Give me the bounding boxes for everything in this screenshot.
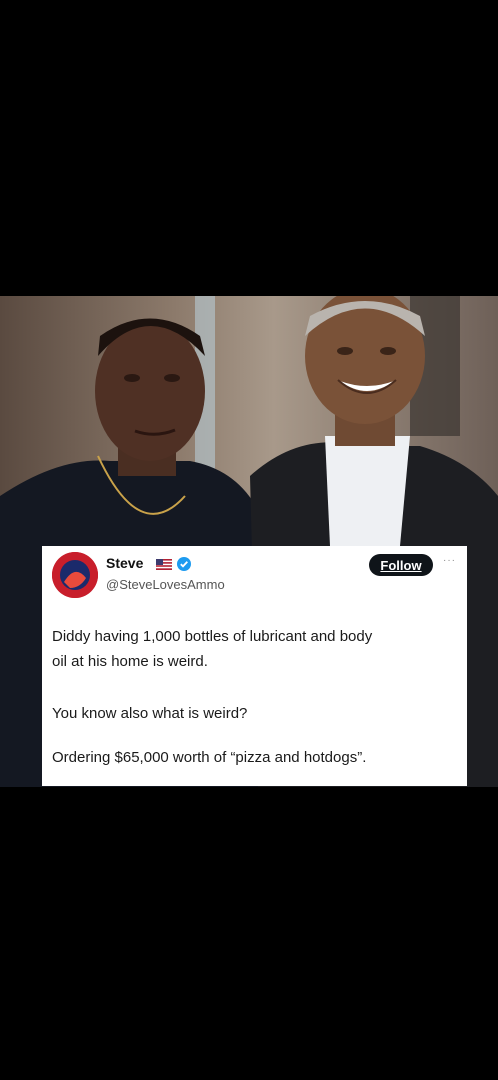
tweet-text-line: oil at his home is weird. bbox=[52, 653, 208, 670]
user-display-name[interactable]: Steve bbox=[106, 555, 143, 571]
more-options-icon[interactable]: ··· bbox=[443, 555, 456, 566]
tweet-text-line: Diddy having 1,000 bottles of lubricant … bbox=[52, 628, 373, 645]
tweet-text-line: Ordering $65,000 worth of “pizza and hot… bbox=[52, 749, 367, 766]
tweet-card: Steve @SteveLovesAmmo Follow ··· Diddy h… bbox=[42, 546, 467, 786]
avatar[interactable] bbox=[52, 552, 98, 598]
user-handle[interactable]: @SteveLovesAmmo bbox=[106, 577, 225, 592]
us-flag-icon bbox=[156, 559, 172, 570]
tweet-text-line: You know also what is weird? bbox=[52, 705, 248, 722]
follow-button[interactable]: Follow bbox=[369, 554, 433, 576]
verified-badge-icon bbox=[177, 557, 191, 571]
avatar-image-icon bbox=[52, 552, 98, 598]
